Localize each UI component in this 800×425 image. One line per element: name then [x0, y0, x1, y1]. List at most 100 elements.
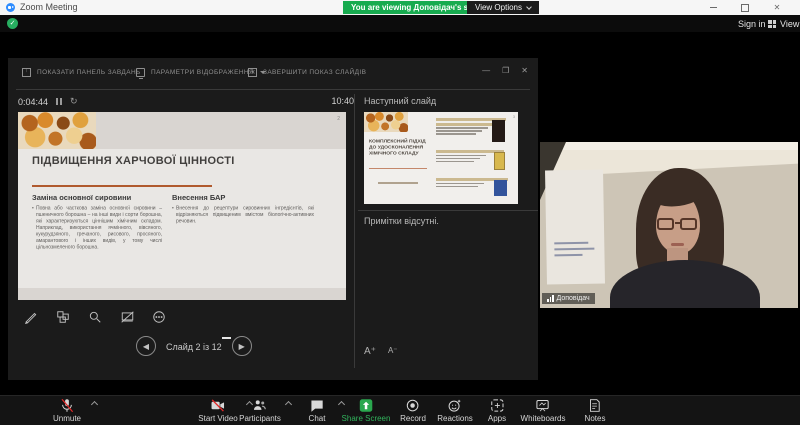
maximize-button[interactable]: [734, 0, 756, 15]
end-slideshow-button[interactable]: ЗАВЕРШИТИ ПОКАЗ СЛАЙДІВ: [248, 68, 366, 77]
show-taskbar-button[interactable]: ПОКАЗАТИ ПАНЕЛЬ ЗАВДАНЬ: [22, 68, 141, 77]
unmute-label: Unmute: [53, 414, 81, 423]
microphone-muted-icon: [59, 398, 75, 413]
participant-name-tag: Доповідач: [542, 293, 595, 304]
speaker-torso: [610, 260, 760, 308]
room-ceiling-strip: [540, 142, 798, 150]
next-slide-thumbnail[interactable]: КОМПЛЕКСНИЙ ПІДХІД ДО УДОСКОНАЛЕННЯ ХІМІ…: [364, 112, 518, 204]
ppt-restore-button[interactable]: ❐: [502, 66, 509, 75]
participants-icon: [251, 398, 268, 413]
ppt-window-controls: — ❐ ✕: [482, 66, 528, 75]
view-layout-button[interactable]: View: [768, 19, 799, 29]
black-screen-button[interactable]: [118, 308, 136, 326]
column-heading: Заміна основної сировини: [32, 193, 162, 202]
more-options-button[interactable]: [150, 308, 168, 326]
unmute-button[interactable]: Unmute: [53, 398, 81, 423]
apps-label: Apps: [488, 414, 506, 423]
reactions-button[interactable]: Reactions: [437, 398, 473, 423]
thumbnail-title: КОМПЛЕКСНИЙ ПІДХІД ДО УДОСКОНАЛЕННЯ ХІМІ…: [369, 138, 431, 157]
thumbnail-bread-image: [364, 112, 408, 132]
start-video-label: Start Video: [198, 414, 237, 423]
notes-label: Notes: [585, 414, 606, 423]
thumbnail-product-image-dark: [492, 120, 505, 142]
annotation-toolbar: [22, 308, 168, 326]
notes-icon: [588, 398, 602, 413]
chat-icon: [310, 398, 325, 413]
display-settings-button[interactable]: ПАРАМЕТРИ ВІДОБРАЖЕННЯ: [136, 68, 266, 77]
black-screen-icon: [120, 310, 135, 324]
ppt-close-button[interactable]: ✕: [521, 66, 528, 75]
reactions-icon: [447, 398, 462, 413]
see-all-slides-button[interactable]: [54, 308, 72, 326]
previous-slide-button[interactable]: ◀: [136, 336, 156, 356]
thumbnail-subtitle-line: [378, 182, 418, 184]
share-screen-button[interactable]: Share Screen: [342, 398, 391, 423]
glasses-left-lens: [657, 218, 674, 230]
record-label: Record: [400, 414, 426, 423]
encryption-shield-icon[interactable]: ✓: [7, 18, 18, 29]
shared-screen-presenter-view: ПОКАЗАТИ ПАНЕЛЬ ЗАВДАНЬ ПАРАМЕТРИ ВІДОБР…: [8, 58, 538, 380]
thumbnail-page-number: 3: [513, 114, 515, 119]
close-button[interactable]: [766, 0, 788, 15]
notes-button[interactable]: Notes: [585, 398, 606, 423]
current-time: 10:40: [322, 96, 354, 106]
minimize-button[interactable]: [702, 0, 724, 15]
view-options-button[interactable]: View Options: [467, 1, 539, 14]
participants-options-chevron[interactable]: [285, 401, 292, 408]
whiteboards-label: Whiteboards: [521, 414, 566, 423]
zoom-slide-button[interactable]: [86, 308, 104, 326]
font-decrease-button[interactable]: A⁻: [388, 346, 398, 357]
column-body: Повна або часткова заміна основної сиров…: [32, 205, 162, 251]
chat-button[interactable]: Chat: [309, 398, 326, 423]
display-settings-icon: [136, 68, 145, 77]
record-icon: [405, 398, 420, 413]
ppt-minimize-button[interactable]: —: [482, 66, 490, 75]
whiteboards-icon: [535, 398, 551, 413]
thumbnail-product-image-yellow: [494, 152, 505, 170]
magnifier-icon: [88, 310, 102, 324]
sign-in-button[interactable]: Sign in: [738, 19, 766, 29]
column-body: Внесення до рецептури сировинних інгреді…: [172, 205, 314, 225]
participants-button[interactable]: Participants: [239, 398, 281, 423]
reactions-label: Reactions: [437, 414, 473, 423]
notes-font-buttons: A⁺ A⁻: [364, 346, 398, 357]
slide-column-left: Заміна основної сировини Повна або частк…: [32, 193, 162, 296]
restart-timer-button[interactable]: ↻: [70, 96, 78, 107]
meeting-top-bar: ✓ Sign in View: [0, 15, 800, 32]
slide-counter: Слайд 2 із 12: [166, 342, 222, 352]
whiteboards-button[interactable]: Whiteboards: [521, 398, 566, 423]
pen-tool-button[interactable]: [22, 308, 40, 326]
view-grid-icon: [768, 20, 776, 28]
view-label: View: [780, 19, 799, 29]
window-title: Zoom Meeting: [20, 2, 78, 12]
apps-button[interactable]: Apps: [488, 398, 506, 423]
glasses-bridge: [675, 222, 680, 224]
audio-options-chevron[interactable]: [91, 401, 98, 408]
share-screen-icon: [358, 398, 373, 413]
projection-screen: [545, 170, 605, 285]
participant-video[interactable]: Доповідач: [540, 142, 798, 308]
slide-grid-icon: [56, 310, 70, 324]
current-slide[interactable]: 2 ПІДВИЩЕННЯ ХАРЧОВОЇ ЦІННОСТІ Заміна ос…: [18, 112, 346, 300]
title-bar: Zoom Meeting You are viewing Доповідач's…: [0, 0, 800, 15]
slide-counter-wrap: Слайд 2 із 12: [166, 337, 222, 355]
end-slideshow-icon: [248, 68, 257, 77]
column-heading: Внесення БАР: [172, 193, 314, 202]
font-increase-button[interactable]: A⁺: [364, 346, 376, 357]
record-button[interactable]: Record: [400, 398, 426, 423]
end-slideshow-label: ЗАВЕРШИТИ ПОКАЗ СЛАЙДІВ: [263, 69, 366, 76]
zoom-meeting-window: Zoom Meeting You are viewing Доповідач's…: [0, 0, 800, 425]
toolbar-divider: [16, 89, 530, 90]
pen-icon: [24, 310, 38, 324]
slide-navigation: ◀ Слайд 2 із 12 ▶: [136, 336, 252, 356]
slide-title: ПІДВИЩЕННЯ ХАРЧОВОЇ ЦІННОСТІ: [32, 155, 235, 167]
chat-label: Chat: [309, 414, 326, 423]
bread-photo-image: [18, 112, 96, 149]
start-video-button[interactable]: Start Video: [198, 398, 237, 423]
pause-timer-button[interactable]: [56, 98, 62, 105]
next-slide-button[interactable]: ▶: [232, 336, 252, 356]
zoom-logo-icon: [6, 3, 15, 12]
view-options-label: View Options: [475, 3, 522, 12]
presentation-timer: 0:04:44 ↻: [18, 96, 78, 107]
slide-page-number: 2: [337, 116, 340, 122]
